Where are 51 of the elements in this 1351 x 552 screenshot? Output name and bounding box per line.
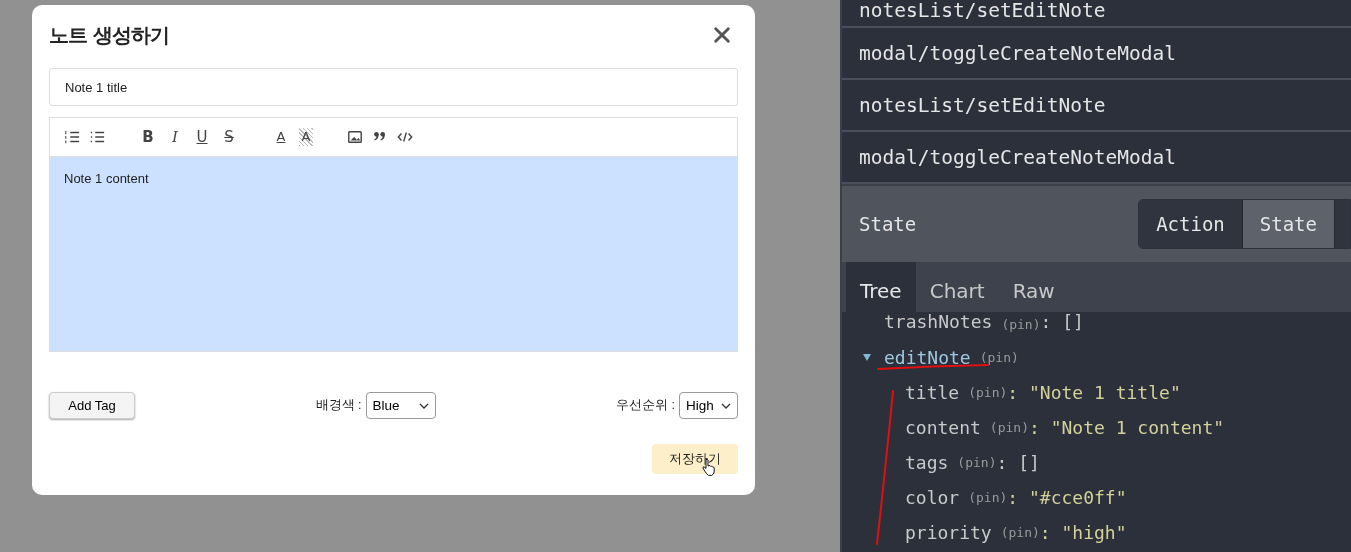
view-tab[interactable]: Chart [915, 262, 999, 312]
tree-key: content [905, 416, 981, 438]
background-color-button[interactable]: A [299, 128, 313, 146]
pin-label[interactable]: (pin) [1001, 317, 1041, 332]
chevron-down-icon [418, 402, 429, 409]
action-item[interactable]: notesList/setEditNote [842, 80, 1351, 132]
tree-key: trashNotes [884, 311, 993, 332]
image-icon[interactable] [347, 129, 363, 145]
priority-select[interactable]: High [679, 392, 738, 419]
underline-button[interactable]: U [193, 128, 211, 146]
tree-key: priority [905, 521, 992, 543]
ordered-list-icon[interactable] [64, 129, 80, 145]
view-tab[interactable]: Tree [846, 262, 916, 312]
tree-value: : [] [996, 451, 1040, 473]
title-input[interactable]: Note 1 title [49, 68, 738, 106]
tree-key: tags [905, 451, 949, 473]
italic-button[interactable]: I [166, 128, 184, 146]
tree-value: : "Note 1 content" [1029, 416, 1225, 438]
pin-label[interactable]: (pin) [957, 454, 997, 470]
pin-label[interactable]: (pin) [968, 384, 1008, 400]
background-select[interactable]: Blue [365, 392, 436, 419]
action-item[interactable]: notesList/setEditNote [842, 0, 1351, 28]
tree-value: : "#cce0ff" [1007, 486, 1127, 508]
note-content-editor[interactable]: Note 1 content [50, 157, 737, 351]
modal-title: 노트 생성하기 [49, 21, 169, 49]
pin-label[interactable]: (pin) [989, 419, 1029, 435]
add-tag-button[interactable]: Add Tag [49, 392, 135, 419]
tree-value: : [] [1040, 311, 1084, 332]
priority-label: 우선순위 : [616, 397, 675, 414]
background-label: 배경색 : [315, 397, 362, 414]
save-button[interactable]: 저장하기 [652, 444, 738, 474]
tree-key: color [905, 486, 960, 508]
chevron-down-icon [721, 402, 731, 409]
view-tab[interactable]: Raw [998, 262, 1069, 312]
tree-key: editNote [884, 346, 971, 368]
tree-value: : "Note 1 title" [1007, 381, 1181, 403]
panel-title: State [859, 213, 917, 235]
mode-tab[interactable]: Action [1139, 200, 1243, 248]
tree-value: : "high" [1039, 521, 1127, 543]
pin-label[interactable]: (pin) [968, 489, 1008, 505]
pin-label[interactable]: (pin) [1000, 524, 1040, 540]
tree-key: title [905, 381, 960, 403]
expand-arrow-icon[interactable] [862, 352, 872, 362]
action-item[interactable]: modal/toggleCreateNoteModal [842, 28, 1351, 80]
bold-button[interactable]: B [139, 128, 157, 146]
close-icon[interactable] [713, 26, 731, 44]
bullet-list-icon[interactable] [89, 129, 105, 145]
font-color-button[interactable]: A [272, 128, 290, 146]
strikethrough-button[interactable]: S [220, 128, 238, 146]
mode-tab[interactable]: State [1242, 200, 1335, 248]
pin-label[interactable]: (pin) [979, 349, 1019, 365]
